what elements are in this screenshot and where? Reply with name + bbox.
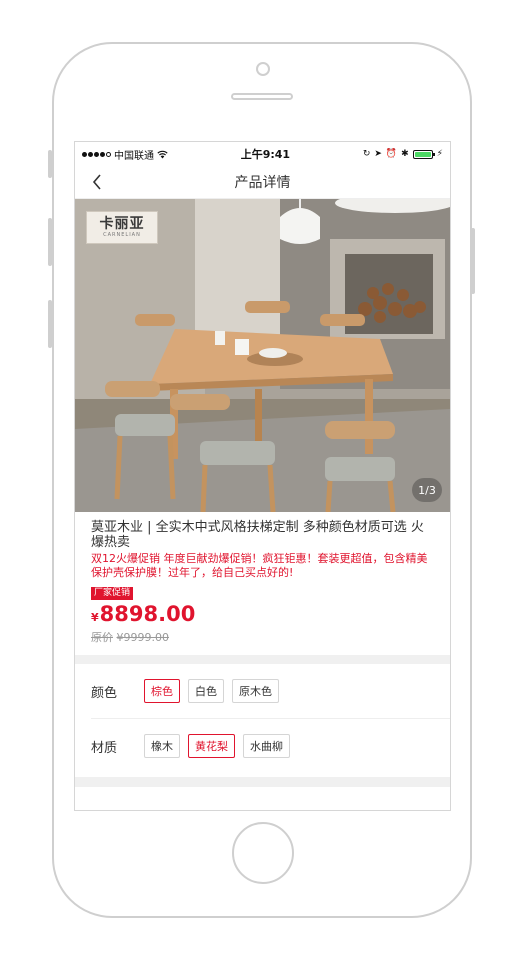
signal-strength-icon [82, 151, 111, 157]
option-chip[interactable]: 橡木 [144, 734, 180, 758]
option-label: 颜色 [91, 685, 118, 701]
status-bar: 中国联通 上午9:41 ↻ ➤ ⏰ ✱ ⚡ [75, 142, 450, 166]
option-chip[interactable]: 水曲柳 [243, 734, 290, 758]
rotation-lock-icon: ↻ [362, 149, 371, 159]
product-title: 莫亚木业 | 全实木中式风格扶梯定制 多种颜色材质可选 火爆热卖 [91, 520, 424, 550]
original-price: ¥9999.00 [116, 631, 170, 644]
option-chip[interactable]: 黄花梨 [188, 734, 235, 758]
page-title: 产品详情 [234, 175, 291, 191]
price-row: ¥ 8898.00 [91, 602, 434, 626]
section-divider-bottom [75, 777, 450, 787]
option-chip[interactable]: 白色 [188, 679, 224, 703]
chevron-left-icon [92, 174, 101, 190]
home-button[interactable] [232, 822, 294, 884]
option-row-color: 颜色 棕色 白色 原木色 [75, 664, 450, 718]
bluetooth-icon: ✱ [401, 149, 409, 159]
product-image-carousel[interactable]: 卡丽亚 CARNELIAN 1/3 [75, 199, 450, 512]
option-label: 材质 [91, 740, 118, 756]
earpiece-speaker [231, 93, 293, 100]
currency-symbol: ¥ [91, 611, 99, 624]
option-row-material: 材质 橡木 黄花梨 水曲柳 [75, 719, 450, 773]
carrier-name: 中国联通 [114, 150, 154, 162]
status-left: 中国联通 [82, 147, 168, 162]
option-chip[interactable]: 棕色 [144, 679, 180, 703]
charging-icon: ⚡ [436, 149, 443, 159]
power-button [471, 228, 475, 294]
promo-badge: 厂家促销 [91, 587, 134, 600]
original-price-row: 原价 ¥9999.00 [91, 629, 434, 645]
section-divider [75, 655, 450, 664]
location-icon: ➤ [374, 149, 382, 159]
back-button[interactable] [87, 172, 107, 192]
brand-logo: 卡丽亚 CARNELIAN [86, 211, 158, 244]
nav-bar: 产品详情 [75, 166, 450, 199]
front-camera [256, 62, 270, 76]
current-price: 8898.00 [99, 602, 196, 626]
mute-switch [48, 150, 52, 178]
product-info: 莫亚木业 | 全实木中式风格扶梯定制 多种颜色材质可选 火爆热卖 双12火爆促销… [75, 512, 450, 645]
volume-up-button [48, 218, 52, 266]
product-photo [75, 199, 450, 512]
alarm-icon: ⏰ [385, 149, 398, 159]
brand-subtitle: CARNELIAN [103, 231, 141, 238]
status-right: ↻ ➤ ⏰ ✱ ⚡ [363, 149, 443, 159]
wifi-icon [157, 150, 168, 158]
image-pager: 1/3 [412, 478, 442, 502]
phone-screen: 中国联通 上午9:41 ↻ ➤ ⏰ ✱ ⚡ 产品详情 卡丽亚 CARNELIAN… [74, 141, 451, 811]
battery-icon [412, 149, 435, 159]
status-time: 上午9:41 [240, 148, 291, 161]
option-chip[interactable]: 原木色 [232, 679, 279, 703]
volume-down-button [48, 300, 52, 348]
original-price-label: 原价 [91, 631, 113, 644]
promo-text: 双12火爆促销 年度巨献劲爆促销！疯狂钜惠！套装更超值，包含精美保护壳保护膜！过… [91, 552, 428, 579]
brand-name: 卡丽亚 [99, 215, 145, 232]
